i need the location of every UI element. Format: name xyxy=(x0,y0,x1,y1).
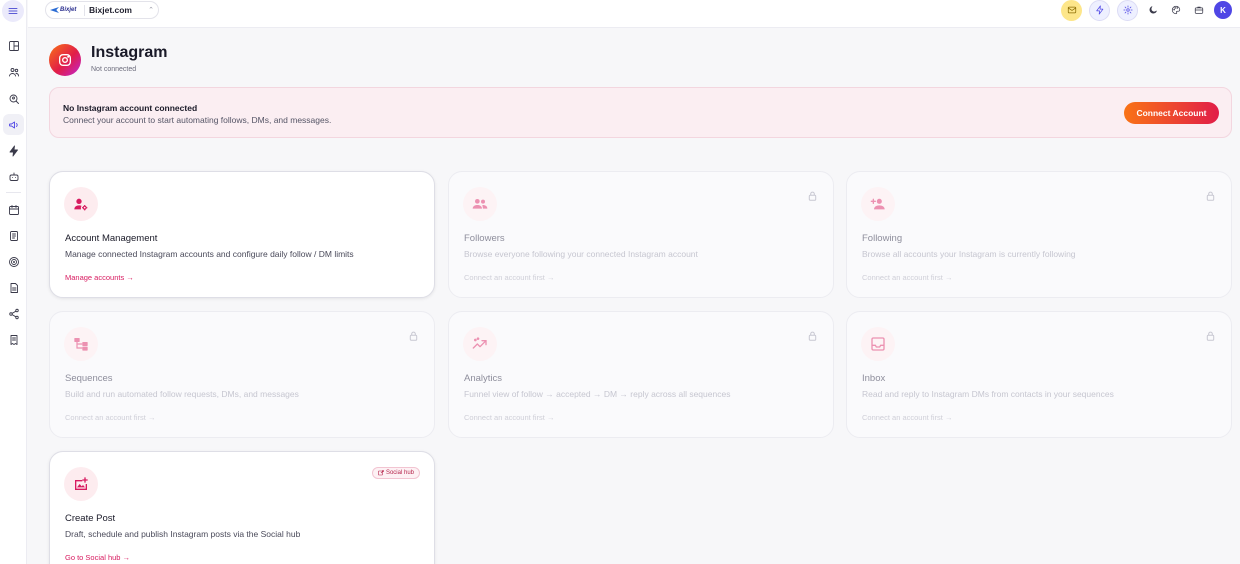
card-sequences: Sequences Build and run automated follow… xyxy=(49,311,435,438)
mail-icon[interactable] xyxy=(1061,0,1082,21)
connect-first-link: Connect an account first → xyxy=(464,273,555,282)
instagram-icon xyxy=(49,44,81,76)
banner-title: No Instagram account connected xyxy=(63,103,198,113)
card-title: Sequences xyxy=(65,373,113,384)
flow-icon xyxy=(64,327,98,361)
chevron-updown-icon: ⌃ xyxy=(148,7,154,14)
page-title: Instagram xyxy=(91,44,168,61)
bolt-icon[interactable] xyxy=(1089,0,1110,21)
connect-first-link: Connect an account first → xyxy=(464,413,555,422)
social-hub-badge: Social hub xyxy=(371,467,420,479)
bolt-icon[interactable] xyxy=(3,140,24,161)
card-following: Following Browse all accounts your Insta… xyxy=(846,171,1232,298)
trend-icon xyxy=(463,327,497,361)
user-settings-icon xyxy=(64,187,98,221)
notes-icon[interactable] xyxy=(3,225,24,246)
gear-icon[interactable] xyxy=(1117,0,1138,21)
sidebar-divider xyxy=(6,192,21,193)
lock-icon xyxy=(1206,328,1215,341)
card-title: Followers xyxy=(464,233,505,244)
lock-icon xyxy=(808,328,817,341)
lock-icon xyxy=(808,188,817,201)
connect-account-button[interactable]: Connect Account xyxy=(1124,102,1219,124)
briefcase-icon[interactable] xyxy=(1191,0,1207,21)
users-icon xyxy=(463,187,497,221)
card-description: Draft, schedule and publish Instagram po… xyxy=(65,529,301,539)
workspace-switcher[interactable]: Bixjet Bixjet.com ⌃ xyxy=(45,1,159,19)
card-inbox: Inbox Read and reply to Instagram DMs fr… xyxy=(846,311,1232,438)
document-icon[interactable] xyxy=(3,277,24,298)
avatar[interactable]: K xyxy=(1214,1,1232,19)
connection-status: Not connected xyxy=(91,66,137,73)
workspace-logo-text: Bixjet xyxy=(60,7,77,13)
workspace-logo: Bixjet xyxy=(50,7,80,13)
search-people-icon[interactable] xyxy=(3,88,24,109)
card-create-post[interactable]: Create Post Draft, schedule and publish … xyxy=(49,451,435,564)
topbar-actions: K xyxy=(1061,0,1232,21)
card-title: Inbox xyxy=(862,373,886,384)
card-description: Browse everyone following your connected… xyxy=(464,249,698,259)
bot-icon[interactable] xyxy=(3,166,24,187)
connect-first-link: Connect an account first → xyxy=(65,413,156,422)
card-description: Funnel view of follow → accepted → DM → … xyxy=(464,389,731,399)
external-link-icon xyxy=(378,470,384,476)
card-description: Browse all accounts your Instagram is cu… xyxy=(862,249,1076,259)
palette-icon[interactable] xyxy=(1168,0,1184,21)
connect-first-link: Connect an account first → xyxy=(862,273,953,282)
card-title: Account Management xyxy=(65,233,158,244)
receipt-icon[interactable] xyxy=(3,329,24,350)
calendar-icon[interactable] xyxy=(3,199,24,220)
user-plus-icon xyxy=(861,187,895,221)
contacts-icon[interactable] xyxy=(3,61,24,82)
menu-icon[interactable] xyxy=(2,0,24,22)
connect-first-link: Connect an account first → xyxy=(862,413,953,422)
target-icon[interactable] xyxy=(3,251,24,272)
badge-label: Social hub xyxy=(385,470,414,476)
lock-icon xyxy=(1206,188,1215,201)
card-title: Create Post xyxy=(65,513,116,524)
logo-mark-icon xyxy=(50,7,59,13)
card-title: Analytics xyxy=(464,373,503,384)
lock-icon xyxy=(409,328,418,341)
card-account-management[interactable]: Account Management Manage connected Inst… xyxy=(49,171,435,298)
card-title: Following xyxy=(862,233,903,244)
banner-text: Connect your account to start automating… xyxy=(63,115,332,125)
sidebar xyxy=(0,0,27,564)
workspace-name: Bixjet.com xyxy=(89,5,132,15)
card-description: Build and run automated follow requests,… xyxy=(65,389,299,399)
inbox-icon xyxy=(861,327,895,361)
workspace-divider xyxy=(84,4,85,16)
not-connected-banner: No Instagram account connected Connect y… xyxy=(49,87,1232,138)
card-description: Manage connected Instagram accounts and … xyxy=(65,249,354,259)
share-icon[interactable] xyxy=(3,303,24,324)
dashboard-icon[interactable] xyxy=(3,35,24,56)
go-to-social-hub-link[interactable]: Go to Social hub → xyxy=(65,553,130,562)
topbar: Bixjet Bixjet.com ⌃ K xyxy=(28,0,1240,28)
megaphone-icon[interactable] xyxy=(3,114,24,135)
card-description: Read and reply to Instagram DMs from con… xyxy=(862,389,1114,399)
card-analytics: Analytics Funnel view of follow → accept… xyxy=(448,311,834,438)
manage-accounts-link[interactable]: Manage accounts → xyxy=(65,273,134,282)
card-followers: Followers Browse everyone following your… xyxy=(448,171,834,298)
moon-icon[interactable] xyxy=(1145,0,1161,21)
image-plus-icon xyxy=(64,467,98,501)
